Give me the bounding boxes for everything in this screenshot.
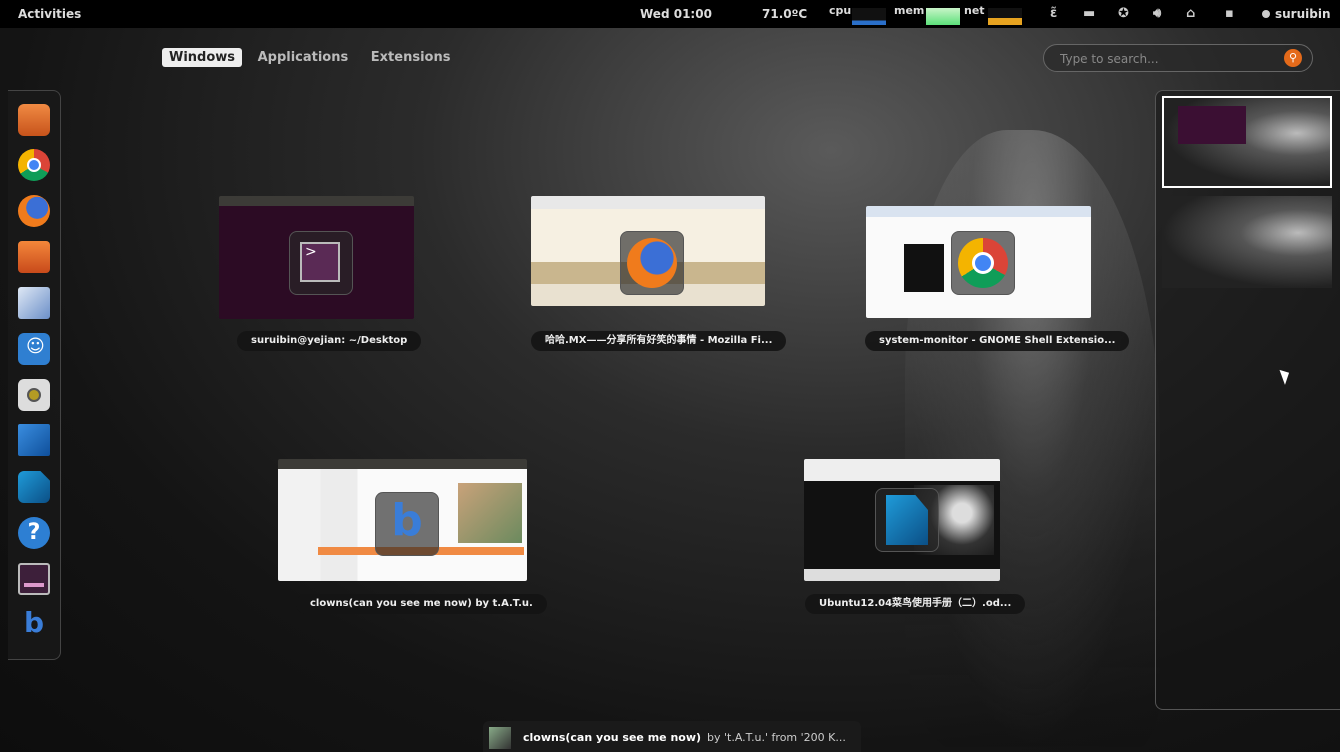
window-caption: suruibin@yejian: ~/Desktop [237, 331, 422, 351]
clock[interactable]: Wed 01:00 [640, 7, 712, 21]
mail-icon[interactable] [18, 287, 50, 319]
workspace-1[interactable] [1162, 96, 1332, 188]
activities-button[interactable]: Activities [18, 7, 81, 21]
temperature-readout[interactable]: 71.0ºC [762, 7, 807, 21]
album-art [489, 727, 511, 749]
notification-title: clowns(can you see me now) [523, 731, 702, 744]
network-icon[interactable]: ⌂ [1186, 6, 1195, 21]
chrome-icon[interactable] [18, 149, 50, 181]
cpu-graph[interactable] [852, 8, 886, 25]
status-icon [1262, 10, 1270, 18]
top-panel: Activities Wed 01:00 71.0ºC cpu mem net … [0, 0, 1340, 28]
help-icon[interactable]: ? [18, 517, 50, 549]
banshee-icon: b [375, 492, 439, 556]
notification-body: by 't.A.T.u.' from '200 K... [707, 731, 846, 744]
photos-icon[interactable] [18, 424, 50, 456]
overview-tabs: Windows Applications Extensions [162, 48, 461, 67]
libreoffice-icon [875, 488, 939, 552]
window-caption: system-monitor - GNOME Shell Extensio... [865, 331, 1130, 351]
firefox-icon [620, 231, 684, 295]
notification-banner[interactable]: clowns(can you see me now) by 't.A.T.u.'… [483, 721, 861, 752]
search-box: ⚲ [1043, 44, 1313, 72]
accessibility-icon[interactable]: ✪ [1118, 6, 1129, 21]
search-input[interactable] [1058, 49, 1282, 69]
empathy-icon[interactable] [18, 333, 50, 365]
dash: ? b [8, 90, 61, 660]
folder-icon[interactable]: ▬ [1083, 6, 1095, 21]
battery-icon[interactable]: ▪ [1225, 6, 1234, 21]
user-name: suruibin [1275, 7, 1331, 21]
workspace-switcher [1155, 90, 1340, 710]
firefox-icon[interactable] [18, 195, 50, 227]
net-label: net [964, 4, 985, 17]
search-icon: ⚲ [1284, 49, 1302, 67]
window-caption: clowns(can you see me now) by t.A.T.u. [296, 594, 547, 614]
tab-windows[interactable]: Windows [162, 48, 243, 67]
net-graph[interactable] [988, 8, 1022, 25]
chrome-icon [951, 231, 1015, 295]
workspace-2[interactable] [1162, 196, 1332, 288]
user-menu[interactable]: suruibin [1262, 7, 1331, 21]
home-folder-icon[interactable] [18, 104, 50, 136]
banshee-icon[interactable]: b [18, 608, 50, 640]
mem-graph[interactable] [926, 8, 960, 25]
libreoffice-icon[interactable] [18, 471, 50, 503]
workspace-window [1178, 106, 1246, 144]
tab-applications[interactable]: Applications [251, 48, 356, 67]
terminal-icon[interactable] [18, 563, 50, 595]
mem-label: mem [894, 4, 925, 17]
volume-icon[interactable]: 🔊︎ [1153, 6, 1161, 21]
tab-extensions[interactable]: Extensions [364, 48, 458, 67]
software-center-icon[interactable] [18, 241, 50, 273]
cpu-label: cpu [829, 4, 852, 17]
window-caption: 哈哈.MX——分享所有好笑的事情 - Mozilla Fi... [531, 331, 787, 351]
terminal-icon: > [289, 231, 353, 295]
bluetooth-icon[interactable]: ɛ̃ [1050, 6, 1057, 21]
speaker-icon[interactable] [18, 379, 50, 411]
window-caption: Ubuntu12.04菜鸟使用手册（二）.od... [805, 594, 1026, 614]
